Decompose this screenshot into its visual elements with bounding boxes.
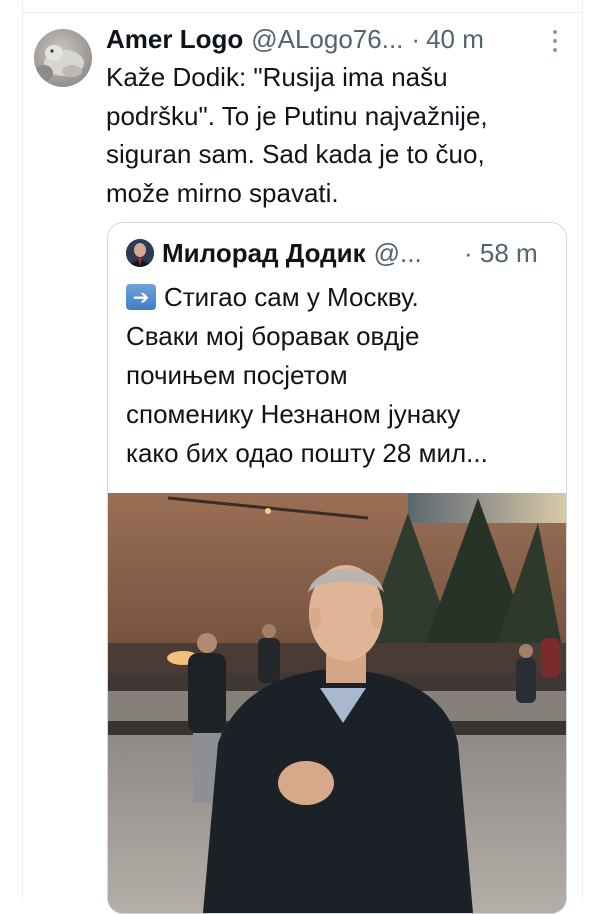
tweet-text-line: može mirno spavati. <box>106 177 339 208</box>
tweet-header: Amer Logo @ALogo76... · 40 m <box>106 22 576 56</box>
timeline-right-border <box>582 0 583 900</box>
display-name[interactable]: Amer Logo <box>106 22 243 56</box>
quoted-text-line: почињем посјетом <box>126 360 348 390</box>
quoted-text-first: Стигао сам у Москву. <box>164 282 419 312</box>
separator-dot: · <box>411 24 421 54</box>
quoted-display-name[interactable]: Милорад Додик <box>162 235 366 271</box>
quoted-tweet-header: Милорад Додик @... · 58 m <box>162 235 562 271</box>
quoted-user-avatar[interactable] <box>126 239 154 267</box>
quoted-tweet-card[interactable]: Милорад Додик @... · 58 m Стигао сам у М… <box>107 222 567 914</box>
tweet-timestamp[interactable]: 40 m <box>426 22 484 56</box>
quoted-text-line: споменику Незнаном јунаку <box>126 399 461 429</box>
more-vertical-icon[interactable] <box>548 30 562 52</box>
separator-dot: · <box>464 238 473 268</box>
right-arrow-emoji-icon <box>126 284 156 310</box>
quoted-tweet-timestamp[interactable]: · 58 m <box>464 235 538 271</box>
tweet-text-line: podršku". To je Putinu najvažnije, <box>106 100 488 131</box>
quoted-user-handle[interactable]: @... <box>374 235 422 271</box>
tweet-text-line: siguran sam. Sad kada je to čuo, <box>106 139 485 169</box>
tweet-text: Kaže Dodik: "Rusija ima našu podršku". T… <box>106 58 576 212</box>
tweet-top-divider <box>22 12 583 13</box>
quoted-text-line: како бих одао пошту 28 мил... <box>126 438 488 468</box>
quoted-time-value: 58 m <box>479 238 538 268</box>
quoted-text-line: Сваки мој боравак овдје <box>126 321 420 351</box>
user-avatar[interactable] <box>34 29 92 87</box>
tweet-text-line: Kaže Dodik: "Rusija ima našu <box>106 62 448 92</box>
user-handle[interactable]: @ALogo76... <box>251 22 403 56</box>
quoted-tweet-text: Стигао сам у Москву. Сваки мој боравак о… <box>126 278 556 473</box>
quoted-tweet-media-image[interactable] <box>108 493 566 913</box>
timeline-left-border <box>22 0 23 900</box>
quoted-text-line: Стигао сам у Москву. <box>126 278 556 317</box>
